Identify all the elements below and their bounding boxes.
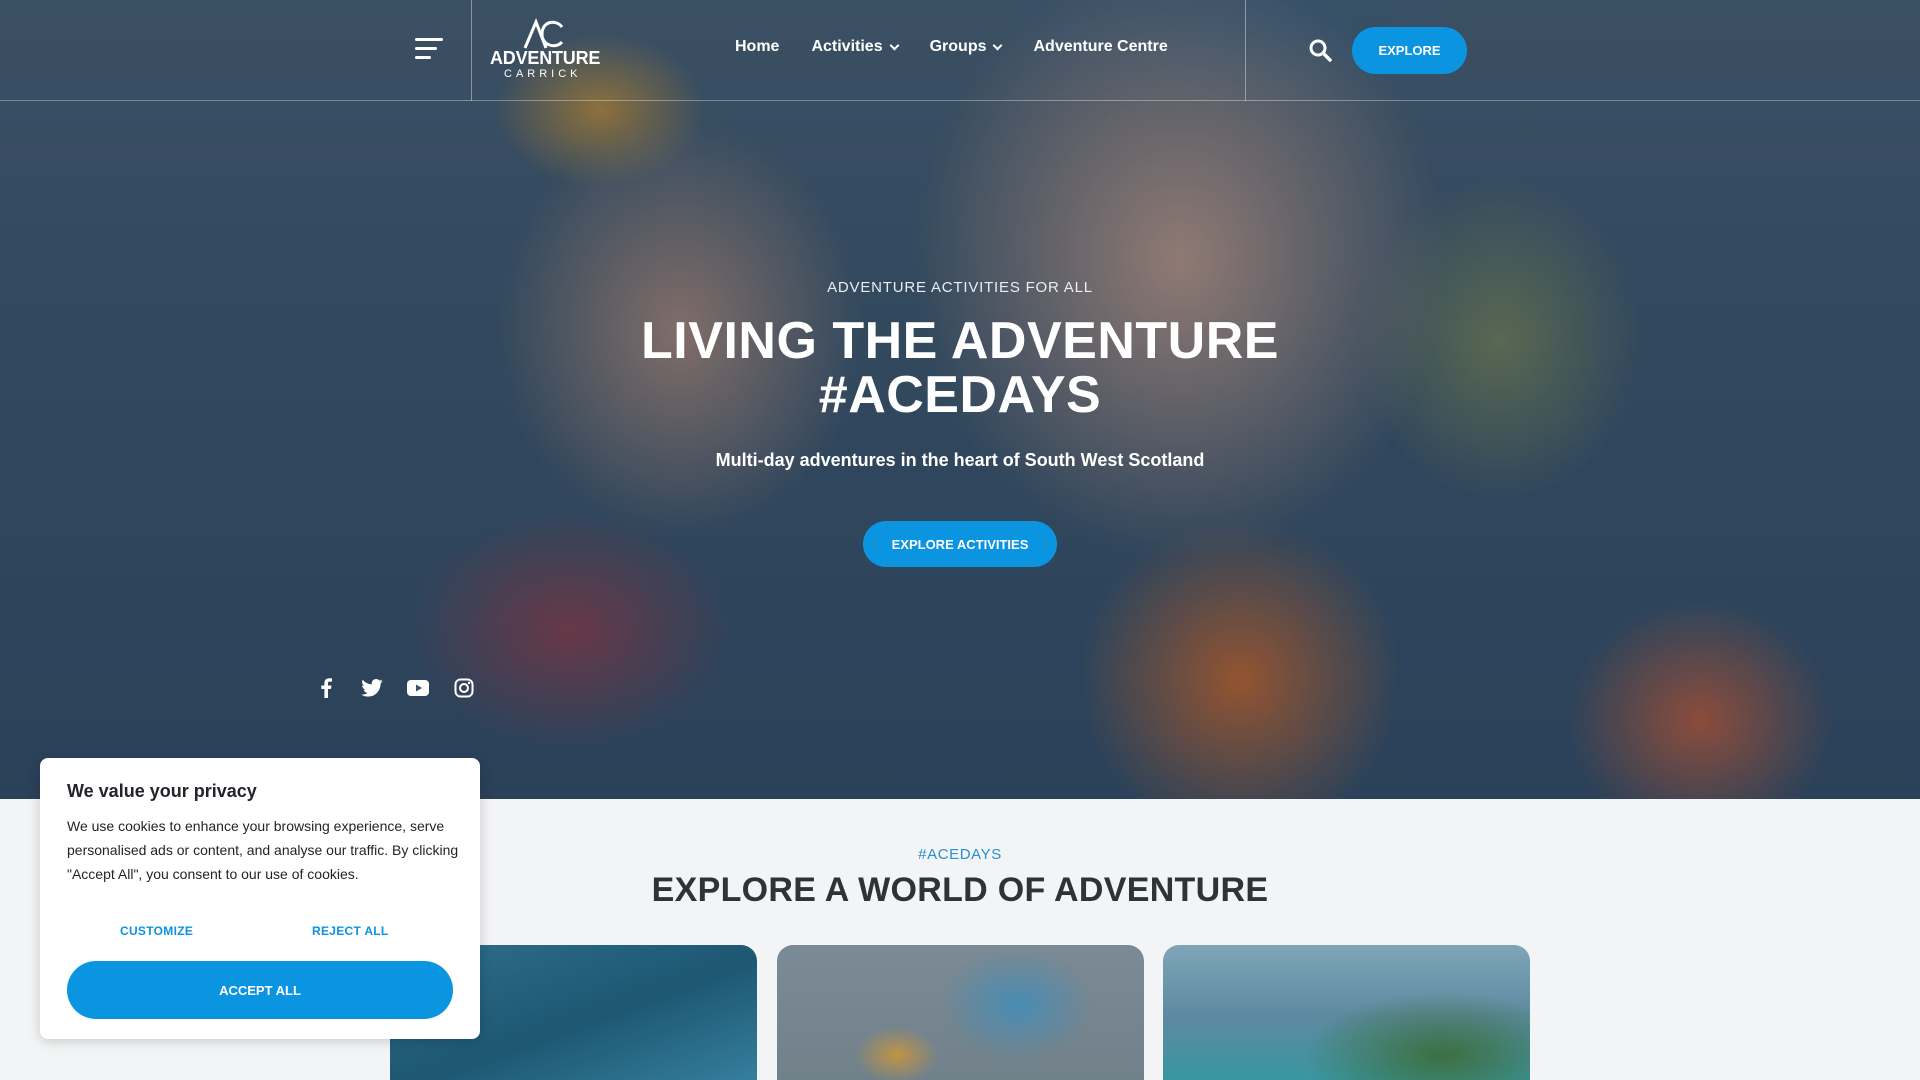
explore-button[interactable]: EXPLORE [1352,27,1467,74]
logo-mark-icon [523,18,564,49]
header-divider [1245,0,1246,101]
activity-card[interactable] [777,945,1144,1080]
cookie-title: We value your privacy [67,781,257,801]
search-icon[interactable] [1308,38,1332,62]
header-divider [471,0,472,101]
site-header: ADVENTURE CARRICK Home Activities Groups… [0,0,1920,101]
nav-adventure-centre-label: Adventure Centre [1033,38,1168,55]
nav-home-label: Home [735,38,780,55]
chevron-down-icon [993,40,1003,50]
logo[interactable]: ADVENTURE CARRICK [490,18,600,84]
hamburger-menu-icon[interactable] [415,38,443,60]
accept-all-button[interactable]: ACCEPT ALL [67,961,453,1019]
nav-groups[interactable]: Groups [929,38,1003,56]
twitter-icon[interactable] [360,676,384,700]
hero-subtitle: Multi-day adventures in the heart of Sou… [715,450,1205,470]
nav-groups-label: Groups [929,38,987,55]
nav-activities-label: Activities [811,38,883,55]
hero-title: LIVING THE ADVENTURE #ACEDAYS [0,314,1920,422]
youtube-icon[interactable] [406,676,430,700]
hero-title-line1: LIVING THE ADVENTURE [641,312,1279,370]
nav-home[interactable]: Home [735,38,779,56]
chevron-down-icon [889,40,900,50]
hero-title-line2: #ACEDAYS [818,366,1102,424]
hero-eyebrow: ADVENTURE ACTIVITIES FOR ALL [827,279,1093,296]
cookie-text: We use cookies to enhance your browsing … [67,818,459,882]
social-links [314,676,476,700]
reject-all-button[interactable]: REJECT ALL [312,924,389,938]
explore-activities-button[interactable]: EXPLORE ACTIVITIES [863,521,1057,567]
nav-activities[interactable]: Activities [811,38,900,56]
activity-card[interactable] [1163,945,1530,1080]
nav-adventure-centre[interactable]: Adventure Centre [1033,38,1167,56]
cookie-consent-banner: We value your privacy We use cookies to … [40,758,480,1039]
logo-subtext: CARRICK [504,68,582,80]
main-nav: Home Activities Groups Adventure Centre [735,38,1200,56]
instagram-icon[interactable] [452,676,476,700]
logo-text: ADVENTURE [490,48,601,68]
customize-button[interactable]: CUSTOMIZE [120,924,193,938]
facebook-icon[interactable] [314,676,338,700]
